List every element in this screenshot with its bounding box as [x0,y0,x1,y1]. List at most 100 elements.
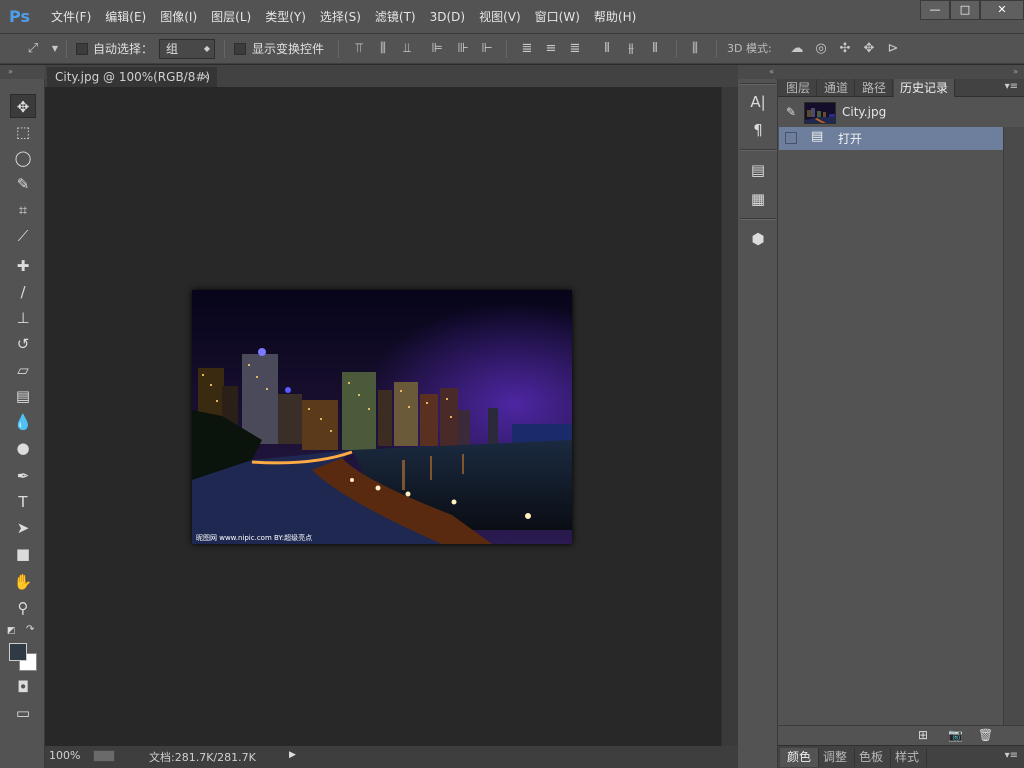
new-document-from-state-icon[interactable]: ⊞ [918,728,928,742]
history-scrollbar[interactable] [1003,127,1024,725]
minimize-button[interactable]: — [920,0,950,20]
auto-select-dropdown[interactable]: 组 ◆ [159,39,215,59]
distribute-vcenter-icon[interactable]: ≡ [542,40,560,58]
panel-dock: A| ¶ ▤ ▦ ⬢ [738,79,778,768]
menu-type[interactable]: 类型(Y) [258,9,313,25]
auto-align-icon[interactable]: ⫼ [686,40,704,58]
canvas-vertical-scrollbar[interactable] [721,87,738,746]
brush-icon[interactable]: ∕ [10,280,36,304]
dodge-icon[interactable]: ● [10,436,36,460]
path-selection-icon[interactable]: ➤ [10,516,36,540]
3d-panel-icon[interactable]: ⬢ [747,228,769,250]
menu-image[interactable]: 图像(I) [153,9,204,25]
3d-mode-label: 3D 模式: [727,42,772,55]
character-panel-icon[interactable]: A| [747,91,769,113]
document-image[interactable]: 昵图网 www.nipic.com BY:超级亮点 [192,290,572,544]
auto-select-checkbox[interactable] [76,43,88,55]
clone-stamp-icon[interactable]: ⊥ [10,306,36,330]
maximize-button[interactable]: □ [950,0,980,20]
panel-collapse-icon[interactable]: » [778,65,1024,79]
history-source-checkbox[interactable] [785,132,797,144]
eraser-icon[interactable]: ▱ [10,358,36,382]
type-icon[interactable]: T [10,490,36,514]
panel-menu-icon[interactable]: ▾≡ [1005,750,1018,761]
menu-window[interactable]: 窗口(W) [528,9,587,25]
dock-collapse-icon[interactable]: « [738,65,778,79]
hand-icon[interactable]: ✋ [10,570,36,594]
history-panel: ✎ City.jpg ▤ 打开 [778,97,1024,725]
tab-swatches[interactable]: 色板 [852,748,892,767]
tab-styles[interactable]: 样式 [888,748,928,767]
status-menu-arrow-icon[interactable]: ▶ [289,750,296,760]
3d-pan-icon[interactable]: ✣ [836,40,854,58]
menu-3d[interactable]: 3D(D) [423,9,472,25]
blur-icon[interactable]: 💧 [10,410,36,434]
distribute-right-icon[interactable]: ⫴ [646,40,664,58]
zoom-icon[interactable]: ⚲ [10,596,36,620]
create-snapshot-icon[interactable]: 📷 [948,728,963,742]
menu-help[interactable]: 帮助(H) [587,9,643,25]
menu-file[interactable]: 文件(F) [44,9,98,25]
healing-brush-icon[interactable]: ✚ [10,254,36,278]
document-tab[interactable]: City.jpg @ 100%(RGB/8#) × [47,67,217,87]
status-bar: 100% 文档:281.7K/281.7K ▶ [45,746,738,768]
tab-adjustments[interactable]: 调整 [816,748,856,767]
tab-paths[interactable]: 路径 [856,79,894,97]
3d-scale-icon[interactable]: ⊳ [884,40,902,58]
notes-panel-icon[interactable]: ▦ [747,188,769,210]
history-state-row[interactable]: ▤ 打开 [779,127,1003,150]
distribute-top-icon[interactable]: ≣ [518,40,536,58]
move-tool-preset-icon[interactable]: ⤢ [24,40,42,58]
tab-layers[interactable]: 图层 [780,79,818,97]
distribute-hcenter-icon[interactable]: ⫵ [622,40,640,58]
menu-filter[interactable]: 滤镜(T) [368,9,423,25]
menu-view[interactable]: 视图(V) [472,9,528,25]
tab-channels[interactable]: 通道 [818,79,856,97]
zoom-level[interactable]: 100% [49,749,80,762]
default-colors-icon[interactable]: ◩ [7,626,16,636]
align-vcenter-icon[interactable]: ⫼ [374,40,392,58]
delete-state-icon[interactable]: 🗑 [978,728,993,742]
rectangle-shape-icon[interactable]: ■ [10,542,36,566]
close-tab-icon[interactable]: × [201,67,210,87]
close-button[interactable]: ✕ [980,0,1024,20]
align-top-icon[interactable]: ⫪ [350,40,368,58]
menu-edit[interactable]: 编辑(E) [98,9,153,25]
3d-rotate-icon[interactable]: ☁ [788,40,806,58]
panel-collapse-icon[interactable]: » [0,65,45,79]
panel-menu-icon[interactable]: ▾≡ [1005,81,1018,92]
distribute-bottom-icon[interactable]: ≣ [566,40,584,58]
history-brush-icon[interactable]: ↺ [10,332,36,356]
quick-select-icon[interactable]: ✎ [10,172,36,196]
lasso-icon[interactable]: ◯ [10,146,36,170]
move-icon[interactable]: ✥ [10,94,36,118]
eyedropper-icon[interactable]: ⟋ [10,224,36,248]
swap-colors-icon[interactable]: ↷ [26,624,34,635]
foreground-color-swatch[interactable] [9,643,27,661]
properties-panel-icon[interactable]: ▤ [747,159,769,181]
align-hcenter-icon[interactable]: ⊪ [454,40,472,58]
gradient-icon[interactable]: ▤ [10,384,36,408]
tab-history[interactable]: 历史记录 [894,79,956,97]
screen-mode-icon[interactable]: ▭ [10,701,36,725]
3d-roll-icon[interactable]: ◎ [812,40,830,58]
pen-icon[interactable]: ✒ [10,464,36,488]
status-toggle-icon[interactable] [93,750,115,762]
history-brush-source-icon[interactable]: ✎ [786,105,796,119]
align-bottom-icon[interactable]: ⫫ [398,40,416,58]
preset-dropdown-icon[interactable]: ▼ [46,40,64,58]
align-left-icon[interactable]: ⊫ [428,40,446,58]
paragraph-panel-icon[interactable]: ¶ [747,119,769,141]
3d-slide-icon[interactable]: ✥ [860,40,878,58]
show-transform-checkbox[interactable] [234,43,246,55]
quick-mask-icon[interactable]: ◘ [10,675,36,699]
align-right-icon[interactable]: ⊩ [478,40,496,58]
dock-divider [740,83,776,85]
menu-layer[interactable]: 图层(L) [204,9,258,25]
crop-icon[interactable]: ⌗ [10,198,36,222]
history-snapshot[interactable]: ✎ City.jpg [778,100,1024,126]
marquee-icon[interactable]: ⬚ [10,120,36,144]
menu-select[interactable]: 选择(S) [313,9,368,25]
tab-color[interactable]: 颜色 [780,748,820,767]
distribute-left-icon[interactable]: ⫴ [598,40,616,58]
